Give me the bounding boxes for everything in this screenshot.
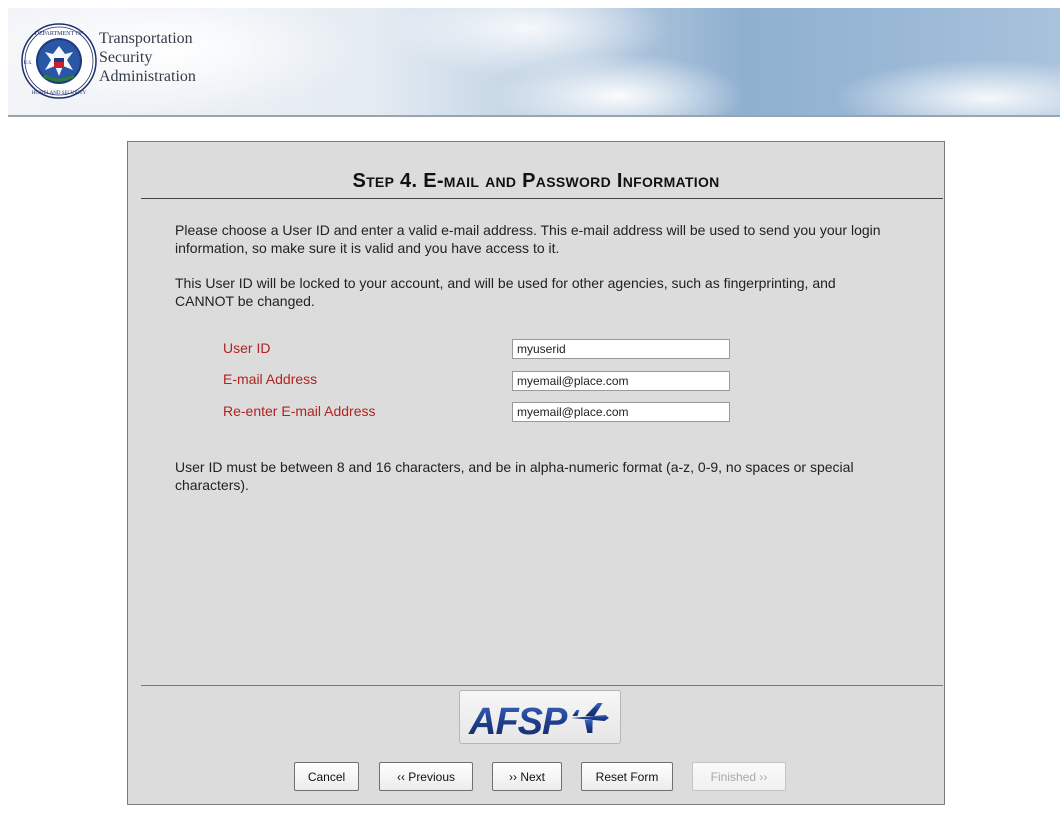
agency-name-line: Transportation (99, 30, 193, 47)
userid-label: User ID (223, 340, 271, 356)
reset-form-button[interactable]: Reset Form (581, 762, 673, 791)
agency-name-line: Administration (99, 68, 196, 85)
next-button[interactable]: ›› Next (492, 762, 562, 791)
afsp-logo: AFSP (459, 690, 621, 744)
afsp-logo-text: AFSP (468, 701, 568, 743)
seal-text-bottom: HOMELAND SECURITY (32, 91, 87, 96)
dhs-seal-icon: DEPARTMENT OF U.S. HOMELAND SECURITY (21, 23, 97, 99)
reenter-email-field[interactable] (512, 402, 730, 422)
form-panel: Step 4. E-mail and Password Information … (127, 141, 945, 805)
email-field[interactable] (512, 371, 730, 391)
reenter-email-label: Re-enter E-mail Address (223, 403, 376, 419)
title-divider (141, 198, 943, 199)
cancel-button[interactable]: Cancel (294, 762, 359, 791)
seal-text-top: DEPARTMENT OF (35, 31, 84, 37)
finished-button[interactable]: Finished ›› (692, 762, 786, 791)
airplane-icon (571, 703, 610, 733)
header-divider (8, 115, 1060, 117)
email-label: E-mail Address (223, 371, 318, 387)
footer-divider (141, 685, 943, 686)
header-banner: DEPARTMENT OF U.S. HOMELAND SECURITY Tra… (8, 8, 1060, 116)
seal-text-left: U.S. (24, 61, 33, 66)
userid-field[interactable] (512, 339, 730, 359)
userid-rule-note: User ID must be between 8 and 16 charact… (175, 459, 854, 493)
intro-paragraph: Please choose a User ID and enter a vali… (175, 222, 881, 256)
intro-paragraph: This User ID will be locked to your acco… (175, 275, 836, 309)
previous-button[interactable]: ‹‹ Previous (379, 762, 473, 791)
agency-name: Transportation Security Administration (99, 29, 196, 86)
page-title: Step 4. E-mail and Password Information (352, 170, 720, 192)
agency-name-line: Security (99, 49, 153, 66)
